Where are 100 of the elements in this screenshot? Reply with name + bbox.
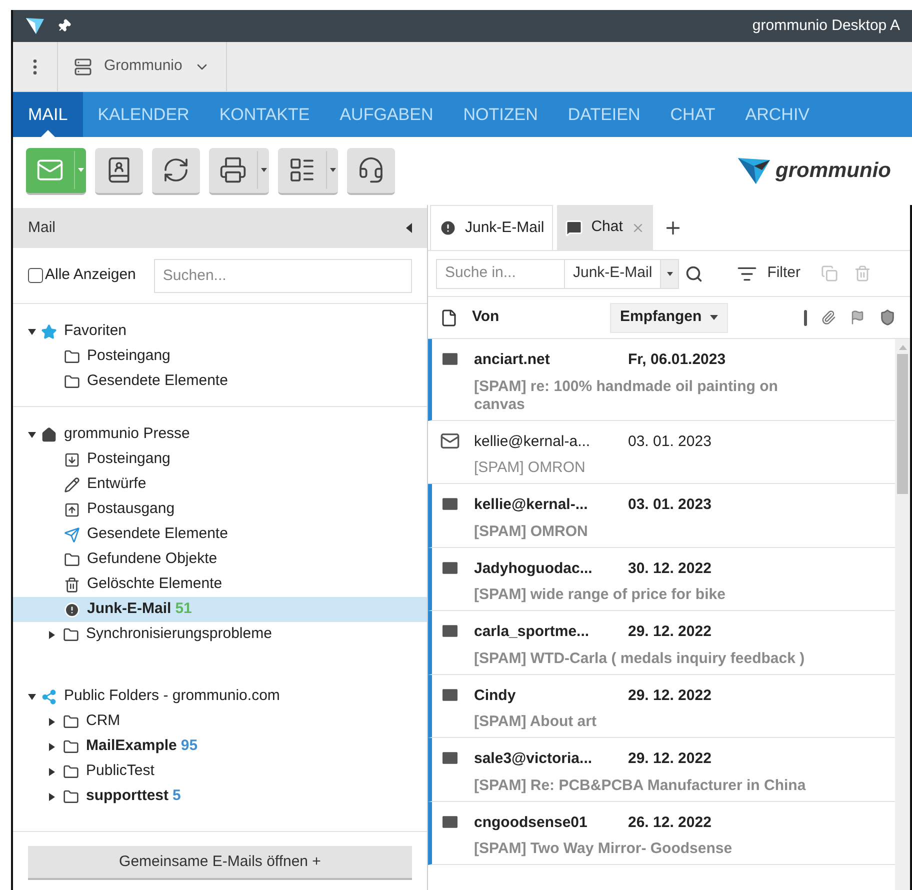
expanded-arrow-icon[interactable]: [28, 430, 36, 438]
received-date: 29. 12. 2022: [628, 622, 712, 642]
toolbar-button[interactable]: [209, 148, 269, 194]
folder-icon: [64, 374, 80, 390]
chat-icon: [565, 218, 584, 236]
folder-label: Gesendete Elemente: [87, 371, 228, 392]
subject: [SPAM] Re: PCB&PCBA Manufacturer in China: [474, 776, 806, 794]
folder-label: MailExample: [86, 736, 177, 756]
search-icon[interactable]: [685, 264, 704, 282]
account-selector[interactable]: Grommunio: [58, 42, 228, 91]
folder-label: Postausgang: [87, 499, 175, 520]
received-date: Fr, 06.01.2023: [628, 350, 726, 370]
sender: kellie@kernal-...: [474, 495, 589, 515]
folder-item[interactable]: Gefundene Objekte: [13, 547, 427, 572]
checkbox[interactable]: [28, 268, 43, 283]
filter-button[interactable]: Filter: [737, 262, 801, 285]
sender: carla_sportme...: [474, 622, 590, 642]
collapsed-arrow-icon[interactable]: [48, 718, 56, 726]
shield-icon: [879, 309, 896, 326]
folder-item[interactable]: Gelöschte Elemente: [13, 572, 427, 597]
content-tab[interactable]: Junk-E-Mail: [430, 205, 554, 250]
toolbar-button[interactable]: [152, 148, 200, 194]
folder-label: Posteingang: [87, 346, 170, 366]
search-field[interactable]: Suchen...: [154, 258, 412, 292]
tree-group-label[interactable]: Favoriten: [64, 320, 127, 343]
column-header[interactable]: Von: [472, 306, 610, 329]
brand-logo-text: grommunio: [776, 158, 891, 184]
sender: Cindy: [474, 686, 517, 706]
subject: [SPAM] About art: [474, 713, 598, 731]
received-date: 03. 01. 2023: [628, 432, 712, 452]
scrollbar[interactable]: [895, 339, 910, 890]
folder-item[interactable]: PublicTest: [13, 759, 427, 784]
nav-tab[interactable]: MAIL: [13, 92, 83, 137]
toolbar-button[interactable]: [347, 148, 395, 194]
folder-label: Gesendete Elemente: [87, 524, 228, 544]
tree-group-label[interactable]: Public Folders - grommunio.com: [64, 685, 280, 708]
folder-item[interactable]: Junk-E-Mail 51: [13, 597, 427, 622]
search-scope: Junk-E-Mail: [572, 263, 654, 284]
folder-item[interactable]: Gesendete Elemente: [13, 369, 427, 394]
subject: [SPAM] WTD-Carla ( medals inquiry feedback ): [474, 650, 805, 668]
sender: anciart.net: [474, 350, 551, 370]
folder-item[interactable]: Postausgang: [13, 497, 427, 522]
alert-icon: [439, 219, 457, 237]
caret-icon[interactable]: [666, 272, 673, 276]
folder-icon: [63, 764, 79, 780]
unread-count: 95: [180, 736, 198, 756]
received-date: 29. 12. 2022: [628, 686, 712, 706]
message-row[interactable]: kellie@kernal-a... 03. 01. 2023 [SPAM] OMRON: [428, 420, 895, 484]
caret-icon: [330, 168, 336, 172]
trash-icon: [64, 576, 80, 592]
folder-label: Junk-E-Mail: [87, 599, 172, 620]
scrollbar-thumb[interactable]: [897, 354, 908, 494]
layout-icon: [288, 156, 316, 184]
server-icon: [74, 58, 92, 76]
alert-icon: [64, 602, 80, 618]
subject: [SPAM] wide range of price for bike: [474, 586, 726, 604]
folder-item[interactable]: Posteingang: [13, 344, 427, 369]
folder-item[interactable]: Posteingang: [13, 447, 427, 472]
logo-icon: [736, 156, 772, 186]
home-icon: [41, 426, 57, 442]
open-shared-mails-button[interactable]: Gemeinsame E-Mails öffnen +: [28, 846, 412, 880]
folder-icon: [63, 714, 79, 730]
collapsed-arrow-icon[interactable]: [48, 768, 56, 776]
toolbar-button[interactable]: [95, 148, 143, 194]
sender: cngoodsense01: [474, 812, 588, 832]
paperclip-icon: [821, 310, 836, 325]
send-icon: [64, 526, 80, 542]
folder-item[interactable]: supporttest 5: [13, 784, 427, 809]
folder-item[interactable]: CRM: [13, 709, 427, 734]
expanded-arrow-icon[interactable]: [28, 328, 36, 336]
collapsed-arrow-icon[interactable]: [48, 630, 56, 638]
folder-item[interactable]: Entwürfe: [13, 472, 427, 497]
collapse-arrow-icon[interactable]: [406, 223, 412, 233]
share-icon: [41, 688, 57, 704]
received-date: 26. 12. 2022: [628, 812, 712, 832]
folder-icon: [63, 626, 79, 642]
collapsed-arrow-icon[interactable]: [48, 742, 56, 750]
headset-icon: [357, 156, 385, 184]
received-date: 03. 01. 2023: [628, 495, 712, 515]
caret-icon: [78, 168, 84, 172]
folder-icon: [64, 552, 80, 568]
folder-label: supporttest: [86, 786, 168, 806]
inbox-icon: [64, 452, 80, 468]
expanded-arrow-icon[interactable]: [28, 692, 36, 700]
column-header[interactable]: Empfangen: [610, 302, 728, 332]
collapsed-arrow-icon[interactable]: [48, 792, 56, 800]
folder-item[interactable]: MailExample 95: [13, 734, 427, 759]
window-title: grommunio Desktop A: [752, 16, 900, 36]
search-box[interactable]: Suche in... Junk-E-Mail: [436, 258, 680, 288]
received-date: 30. 12. 2022: [628, 558, 712, 578]
folder-label: Gelöschte Elemente: [87, 574, 222, 594]
tab-label: Chat: [591, 217, 623, 238]
folder-item[interactable]: Synchronisierungsprobleme: [13, 622, 427, 647]
toolbar-button[interactable]: [278, 148, 338, 194]
content-tab[interactable]: Chat: [557, 205, 653, 250]
folder-item[interactable]: Gesendete Elemente: [13, 522, 427, 547]
tree-group-label[interactable]: grommunio Presse: [64, 423, 190, 446]
folder-icon: [63, 738, 79, 754]
received-date: 29. 12. 2022: [628, 749, 712, 769]
printer-icon: [219, 156, 247, 184]
